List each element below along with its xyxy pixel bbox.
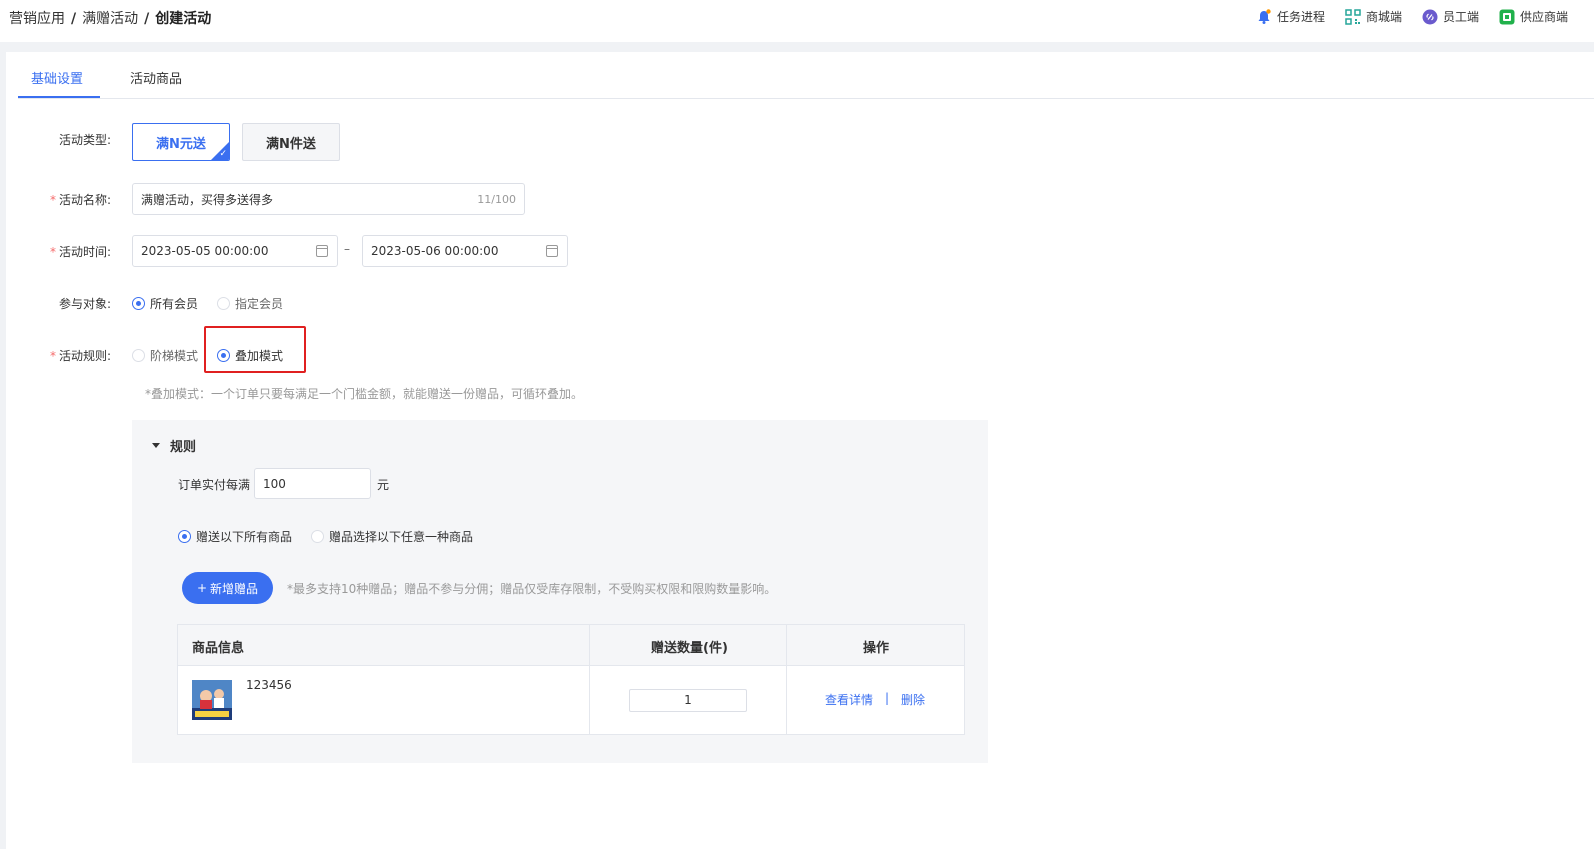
goods-thumbnail [192,680,232,720]
top-links: 任务进程 商城端 员工端 供应商端 [1256,8,1568,25]
activity-rule-label: * 活动规则: [49,349,111,363]
radio-checked-icon [178,530,191,543]
radio-gift-any[interactable]: 赠品选择以下任意一种商品 [311,528,473,545]
time-separator: – [344,242,350,256]
plus-icon: + [196,581,208,595]
radio-unchecked-icon [311,530,324,543]
caret-down-icon [152,443,160,448]
activity-time-label: * 活动时间: [49,245,111,259]
qrcode-icon [1345,8,1361,25]
stack-mode-tip: *叠加模式：一个订单只要每满足一个门槛金额，就能赠送一份赠品，可循环叠加。 [145,387,584,401]
mall-end-link[interactable]: 商城端 [1345,8,1402,25]
radio-unchecked-icon [217,297,230,310]
breadcrumb: 营销应用 / 满赠活动 / 创建活动 [9,11,212,27]
char-count: 11/100 [477,193,516,206]
supplier-icon [1499,9,1515,25]
activity-name-input[interactable]: 满赠活动，买得多送得多 11/100 [132,183,525,215]
rule-section: 规则 订单实付每满 100 元 赠送以下所有商品 赠品选择以下任意一种商品 + 新… [132,420,988,763]
goods-name: 123456 [246,678,292,692]
header-actions: 操作 [863,641,890,656]
threshold-input[interactable]: 100 [254,468,371,499]
highlight-box [204,326,306,373]
radio-checked-icon [132,297,145,310]
calendar-icon [316,245,328,257]
delete-link[interactable]: 删除 [901,691,925,708]
gift-table-header: 商品信息 赠送数量(件) 操作 [178,625,964,666]
breadcrumb-item-gift[interactable]: 满赠活动 [82,11,138,27]
radio-gift-all[interactable]: 赠送以下所有商品 [178,528,292,545]
column-divider [786,625,787,734]
threshold-unit: 元 [377,478,390,492]
supplier-end-link[interactable]: 供应商端 [1499,8,1568,25]
end-time-input[interactable]: 2023-05-06 00:00:00 [362,235,568,267]
staff-end-link[interactable]: 员工端 [1422,8,1479,25]
start-time-input[interactable]: 2023-05-05 00:00:00 [132,235,338,267]
activity-type-label: 活动类型: [58,133,111,147]
gift-table: 商品信息 赠送数量(件) 操作 123456 1 查看详情 | 删除 [177,624,965,735]
task-progress-link[interactable]: 任务进程 [1256,8,1325,25]
top-bar: 营销应用 / 满赠活动 / 创建活动 任务进程 商城端 员工端 供应商端 [0,0,1594,42]
op-separator: | [885,691,890,705]
add-gift-tip: *最多支持10种赠品；赠品不参与分佣；赠品仅受库存限制，不受购买权限和限购数量影… [287,582,777,596]
radio-specified-members[interactable]: 指定会员 [217,295,283,312]
link-icon [1422,9,1438,25]
tab-basic-settings[interactable]: 基础设置 [31,68,83,87]
header-goods-info: 商品信息 [192,641,245,656]
check-icon: ✓ [219,149,227,159]
radio-all-members[interactable]: 所有会员 [132,295,198,312]
radio-unchecked-icon [132,349,145,362]
type-option-quantity[interactable]: 满N件送 [242,123,340,161]
rule-section-toggle[interactable]: 规则 [152,436,196,455]
view-details-link[interactable]: 查看详情 [825,691,873,708]
radio-tier-mode[interactable]: 阶梯模式 [132,347,198,364]
column-divider [589,625,590,734]
gift-qty-input[interactable]: 1 [629,689,747,712]
threshold-prefix: 订单实付每满 [178,478,251,492]
add-gift-button[interactable]: + 新增赠品 [182,572,273,604]
tab-bar: 基础设置 活动商品 [18,52,1594,99]
breadcrumb-item-marketing[interactable]: 营销应用 [9,11,65,27]
header-gift-qty: 赠送数量(件) [651,641,728,656]
breadcrumb-current: 创建活动 [155,11,212,27]
participants-label: 参与对象: [58,297,111,311]
activity-name-label: * 活动名称: [49,193,111,207]
calendar-icon [546,245,558,257]
tab-activity-goods[interactable]: 活动商品 [130,68,182,87]
main-panel: 基础设置 活动商品 活动类型: 满N元送 ✓ 满N件送 * 活动名称: 满赠活动，… [6,52,1594,849]
type-option-amount[interactable]: 满N元送 ✓ [132,123,230,161]
tab-active-indicator [18,96,100,98]
bell-icon [1256,8,1272,25]
